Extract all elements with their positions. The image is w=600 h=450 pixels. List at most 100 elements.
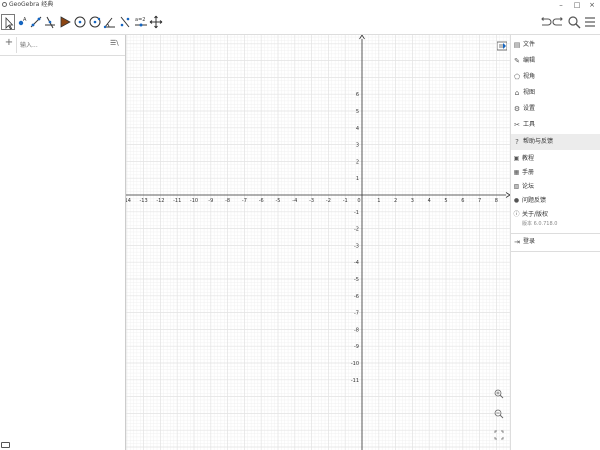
slider-icon: a=2 <box>135 17 147 27</box>
circle-tool-button[interactable] <box>73 14 87 30</box>
menu-item-label: 文件 <box>523 41 536 48</box>
menu-item-label: 视角 <box>523 73 536 80</box>
arrow-cursor-icon <box>5 16 14 30</box>
menu-item-label: 帮助与反馈 <box>523 138 554 145</box>
ellipse-tool-button[interactable] <box>88 14 102 30</box>
version-label: 版本 6.0.718.0 <box>522 221 558 227</box>
forum-icon: ▧ <box>513 183 520 190</box>
line-tool-button[interactable] <box>29 14 43 30</box>
menu-item-tools[interactable]: ✂ 工具 <box>511 117 600 133</box>
x-tick-label: -8 <box>225 198 230 204</box>
x-tick-label: 2 <box>394 198 397 204</box>
menu-item-edit[interactable]: ✎ 编辑 <box>511 53 600 69</box>
main-menu-button[interactable] <box>583 14 597 30</box>
menu-item-file[interactable]: ▤ 文件 <box>511 37 600 53</box>
x-tick-label: 7 <box>478 198 481 204</box>
x-tick-label: -12 <box>156 198 164 204</box>
search-button[interactable] <box>567 14 581 30</box>
file-icon: ▤ <box>513 41 521 49</box>
y-tick-label: 3 <box>356 143 359 149</box>
undo-button[interactable] <box>538 14 552 30</box>
y-tick-label: -8 <box>354 327 359 333</box>
coordinate-grid[interactable]: -14-13-12-11-10-9-8-7-6-5-4-3-2-10123456… <box>126 35 510 450</box>
toolbar: A a=2 <box>0 10 600 35</box>
submenu-item-forum[interactable]: ▧ 论坛 <box>511 179 600 194</box>
polygon-tool-button[interactable] <box>58 14 72 30</box>
x-tick-label: 8 <box>495 198 498 204</box>
x-tick-label: 0 <box>357 198 360 204</box>
y-tick-label: 2 <box>356 159 359 165</box>
minimize-button[interactable]: – <box>555 0 567 10</box>
search-icon <box>568 16 581 29</box>
y-tick-label: -3 <box>354 243 359 249</box>
fullscreen-icon <box>494 430 504 440</box>
x-tick-label: -9 <box>208 198 213 204</box>
perpendicular-line-icon <box>45 16 55 29</box>
perpendicular-line-tool-button[interactable] <box>43 14 57 30</box>
info-icon: ⓘ <box>513 211 520 218</box>
y-tick-label: -11 <box>351 378 359 384</box>
report-icon: ● <box>513 197 520 204</box>
menu-item-label: 编辑 <box>523 57 536 64</box>
maximize-button[interactable]: □ <box>571 0 583 10</box>
zoom-in-button[interactable] <box>494 389 504 399</box>
submenu-item-label: 手册 <box>522 169 535 176</box>
menu-item-label: 工具 <box>523 121 536 128</box>
x-tick-label: 5 <box>444 198 447 204</box>
x-tick-label: 3 <box>411 198 414 204</box>
zoom-out-icon <box>494 409 504 419</box>
x-tick-label: -11 <box>173 198 181 204</box>
y-tick-label: -4 <box>354 260 359 266</box>
y-tick-label: -10 <box>351 361 359 367</box>
y-tick-label: 1 <box>356 176 359 182</box>
y-tick-label: -7 <box>354 311 359 317</box>
slider-tool-button[interactable]: a=2 <box>134 14 148 30</box>
style-bar-icon <box>497 41 507 51</box>
fullscreen-button[interactable] <box>494 430 504 440</box>
menu-item-perspectives[interactable]: ⬠ 视角 <box>511 69 600 85</box>
keyboard-icon[interactable] <box>1 442 10 448</box>
redo-icon <box>552 17 563 26</box>
menu-item-view[interactable]: ⌂ 视图 <box>511 85 600 101</box>
close-button[interactable]: × <box>586 0 598 10</box>
window-title: GeoGebra 经典 <box>9 1 54 8</box>
help-icon: ? <box>515 138 519 146</box>
reflect-tool-button[interactable] <box>118 14 132 30</box>
tutorial-icon: ▣ <box>513 155 520 162</box>
x-tick-label: -5 <box>276 198 281 204</box>
point-tool-button[interactable]: A <box>15 14 29 30</box>
zoom-out-button[interactable] <box>494 409 504 419</box>
y-tick-label: 6 <box>356 92 359 98</box>
title-bar: GeoGebra 经典 – □ × <box>0 0 600 10</box>
perspectives-icon: ⬠ <box>513 73 521 81</box>
x-tick-label: -6 <box>259 198 264 204</box>
point-icon: A <box>18 17 27 26</box>
x-tick-label: -10 <box>190 198 198 204</box>
x-tick-label: 4 <box>428 198 431 204</box>
undo-icon <box>541 17 552 26</box>
x-tick-label: -3 <box>309 198 314 204</box>
move-tool-button[interactable] <box>1 14 15 30</box>
menu-item-help[interactable]: ? 帮助与反馈 <box>511 134 600 150</box>
move-graphics-tool-button[interactable] <box>149 14 163 30</box>
submenu-item-report-bug[interactable]: ● 问题反馈 <box>511 193 600 208</box>
add-item-button[interactable]: + <box>4 37 14 48</box>
redo-button[interactable] <box>552 14 566 30</box>
x-tick-label: -4 <box>292 198 297 204</box>
x-tick-label: -13 <box>140 198 148 204</box>
main-menu-panel: ▤ 文件 ✎ 编辑 ⬠ 视角 ⌂ 视图 ⚙ 设置 ✂ 工具 ? 帮助与反馈 ▣ … <box>510 35 600 450</box>
algebra-input[interactable] <box>20 39 100 51</box>
move-cross-icon <box>149 15 163 29</box>
algebra-input-help-icon[interactable]: ☰\ <box>110 39 119 47</box>
y-tick-label: 4 <box>356 126 359 132</box>
submenu-item-manual[interactable]: ▦ 手册 <box>511 165 600 180</box>
submenu-item-tutorials[interactable]: ▣ 教程 <box>511 151 600 166</box>
input-separator <box>16 37 17 53</box>
x-tick-label: -2 <box>326 198 331 204</box>
ellipse-icon <box>89 16 101 28</box>
graphics-view[interactable]: -14-13-12-11-10-9-8-7-6-5-4-3-2-10123456… <box>126 35 510 450</box>
menu-item-settings[interactable]: ⚙ 设置 <box>511 101 600 117</box>
menu-item-sign-in[interactable]: ⇥ 登录 <box>511 234 600 250</box>
angle-tool-button[interactable] <box>103 14 117 30</box>
style-bar-toggle-button[interactable] <box>497 41 507 51</box>
